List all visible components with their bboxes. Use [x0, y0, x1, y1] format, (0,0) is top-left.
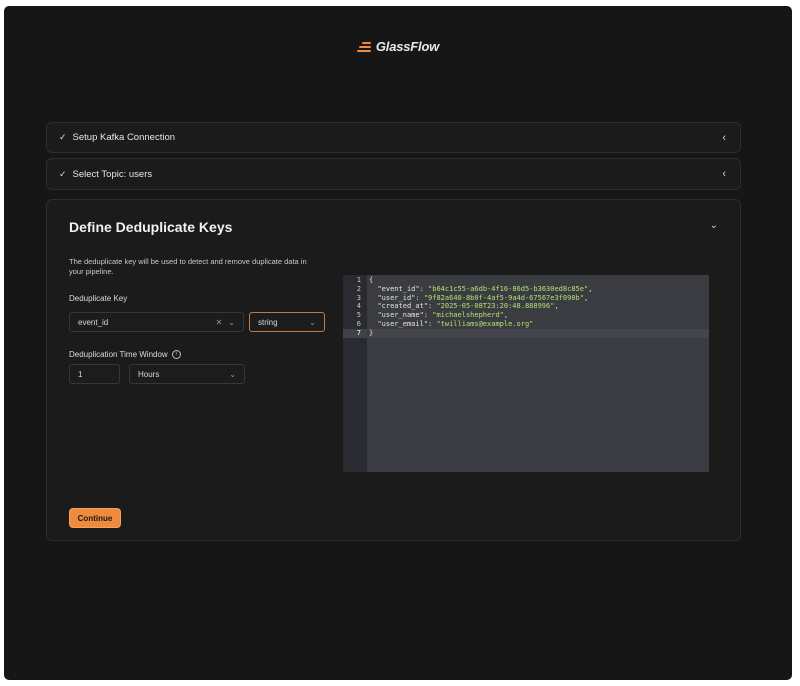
chevron-left-icon[interactable]: ‹ [722, 168, 726, 180]
window-value: 1 [78, 369, 83, 379]
step-label: Setup Kafka Connection [72, 132, 176, 143]
json-value: "michaelshepherd" [432, 311, 504, 320]
key-type-select[interactable]: string ⌄ [249, 312, 325, 332]
check-icon: ✓ [59, 132, 67, 142]
step-label: Select Topic: users [72, 168, 153, 180]
dedup-key-value: event_id [78, 317, 109, 327]
window-unit-value: Hours [138, 369, 160, 379]
panel-title: Define Deduplicate Keys [69, 219, 233, 235]
dedup-window-label-text: Deduplication Time Window [69, 350, 168, 359]
json-key: "user_id" [377, 293, 416, 302]
code-line: "user_id": "9f82a640-8b0f-4af5-9a4d-6756… [377, 293, 589, 302]
code-line: "event_id": "b64c1c55-a6db-4f16-86d5-b36… [377, 284, 593, 293]
dedup-keys-panel: Define Deduplicate Keys ⌄ The deduplicat… [46, 199, 741, 541]
code-line: } [369, 328, 709, 338]
glassflow-logo: GlassFlow [4, 39, 792, 54]
line-number: 1 [356, 276, 361, 284]
continue-button[interactable]: Continue [69, 508, 121, 528]
json-value: "twilliams@example.org" [436, 319, 534, 328]
chevron-down-icon[interactable]: ⌄ [710, 220, 718, 231]
chevron-down-icon: ⌄ [309, 317, 316, 327]
glassflow-logo-icon [356, 41, 371, 52]
key-type-value: string [258, 317, 278, 327]
dedup-key-label: Deduplicate Key [69, 294, 128, 303]
code-line: "user_email": "twilliams@example.org" [377, 319, 534, 328]
code-line: "user_name": "michaelshepherd", [377, 311, 509, 320]
line-number: 2 [356, 284, 361, 293]
code-line: "created_at": "2025-05-08T23:20:48.88899… [377, 302, 559, 311]
line-number: 6 [356, 319, 361, 328]
app-window: GlassFlow ✓ Setup Kafka Connection ‹ ✓ S… [4, 6, 792, 680]
code-line: { [369, 276, 374, 284]
json-key: "created_at" [377, 302, 429, 311]
chevron-left-icon[interactable]: ‹ [722, 132, 726, 144]
panel-description: The deduplicate key will be used to dete… [69, 257, 307, 276]
window-unit-select[interactable]: Hours ⌄ [129, 364, 245, 384]
window-value-input[interactable]: 1 [69, 364, 120, 384]
dedup-window-label: Deduplication Time Window i [69, 350, 181, 360]
line-number: 4 [356, 302, 361, 311]
json-code-editor[interactable]: 1234567 { "event_id": "b64c1c55-a6db-4f1… [343, 275, 709, 472]
info-icon[interactable]: i [171, 350, 181, 360]
brand-name: GlassFlow [375, 39, 440, 54]
json-value: "9f82a640-8b0f-4af5-9a4d-67567e3f090b" [423, 293, 584, 302]
line-number: 3 [356, 293, 361, 302]
step-select-topic[interactable]: ✓ Select Topic: users ‹ [46, 158, 741, 190]
json-key: "event_id" [377, 284, 420, 293]
line-number-gutter: 1234567 [343, 275, 367, 472]
chevron-down-icon: ⌄ [229, 369, 236, 379]
step-kafka-connection[interactable]: ✓ Setup Kafka Connection ‹ [46, 122, 741, 153]
json-value: "b64c1c55-a6db-4f16-86d5-b3630ed8c85e" [428, 284, 589, 293]
line-number: 7 [343, 328, 367, 338]
chevron-down-icon: ⌄ [228, 317, 235, 327]
json-key: "user_name" [377, 311, 424, 320]
json-key: "user_email" [377, 319, 429, 328]
check-icon: ✓ [59, 168, 67, 179]
json-value: "2025-05-08T23:20:48.888996" [436, 302, 555, 311]
dedup-key-select[interactable]: event_id ✕ ⌄ [69, 312, 244, 332]
line-number: 5 [356, 311, 361, 320]
code-area[interactable]: { "event_id": "b64c1c55-a6db-4f16-86d5-b… [367, 275, 709, 472]
clear-icon[interactable]: ✕ [216, 318, 223, 327]
